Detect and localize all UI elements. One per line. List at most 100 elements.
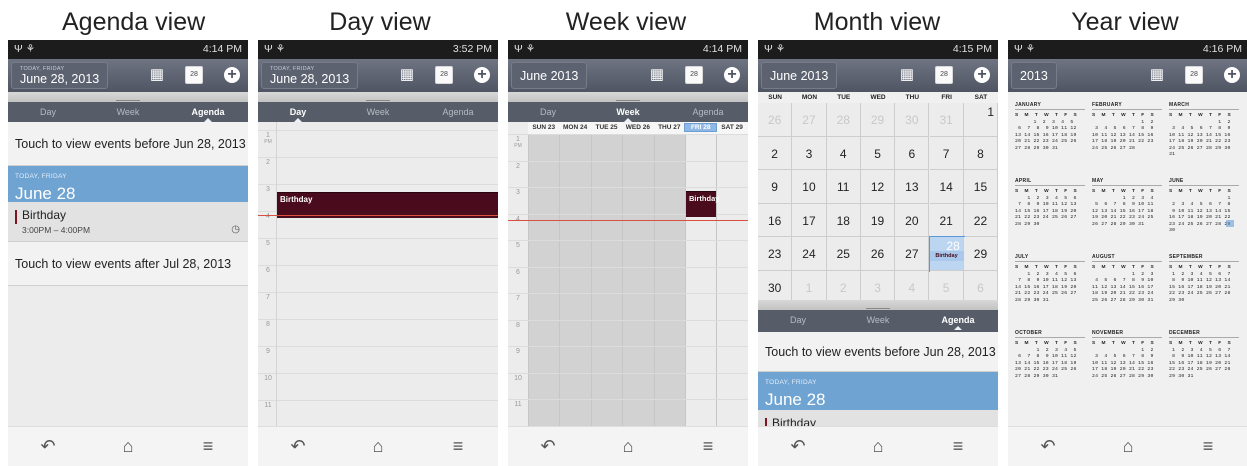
add-event-icon[interactable]: +: [224, 67, 240, 83]
month-day-cell[interactable]: 25: [826, 237, 861, 271]
view-later-events[interactable]: Touch to view events after Jul 28, 2013: [8, 242, 248, 286]
view-grid-icon[interactable]: ▦: [398, 66, 416, 84]
add-event-icon[interactable]: +: [724, 67, 740, 83]
month-day-cell[interactable]: 18: [826, 203, 861, 237]
tab-day[interactable]: Day: [258, 107, 338, 122]
tab-week[interactable]: Week: [338, 107, 418, 117]
event-item-birthday[interactable]: Birthday 3:00PM – 4:00PM ◷: [8, 202, 248, 242]
year-month-block[interactable]: APRIL S M T W T F S 1 2 3 4 5 6 7 8 9 10 …: [1015, 178, 1085, 262]
today-calendar-icon[interactable]: 28: [435, 66, 453, 84]
year-month-block[interactable]: AUGUST S M T W T F S 1 2 3 4 5 6 7 8 9 10…: [1092, 254, 1162, 338]
week-day-header[interactable]: THU 27: [654, 124, 685, 131]
event-block-birthday[interactable]: Birthday: [686, 191, 719, 217]
month-day-cell[interactable]: 5: [860, 136, 896, 170]
month-day-cell[interactable]: 22: [963, 203, 998, 237]
tab-agenda[interactable]: Agenda: [168, 107, 248, 122]
home-icon[interactable]: ⌂: [88, 436, 168, 457]
menu-icon[interactable]: ≡: [1168, 436, 1247, 457]
month-day-cell[interactable]: 15: [963, 170, 998, 204]
month-day-cell[interactable]: 3: [792, 136, 827, 170]
menu-icon[interactable]: ≡: [918, 436, 998, 457]
month-day-cell[interactable]: 21: [929, 203, 964, 237]
home-icon[interactable]: ⌂: [588, 436, 668, 457]
today-calendar-icon[interactable]: 28: [685, 66, 703, 84]
week-day-header[interactable]: TUE 25: [591, 124, 622, 131]
month-day-cell[interactable]: 23: [758, 237, 793, 271]
month-day-cell[interactable]: 19: [860, 203, 896, 237]
tab-agenda[interactable]: Agenda: [918, 315, 998, 330]
year-month-block[interactable]: OCTOBER S M T W T F S 1 2 3 4 5 6 7 8 9 1…: [1015, 330, 1085, 414]
month-day-cell[interactable]: 30: [895, 103, 930, 137]
month-day-cell[interactable]: 27: [792, 103, 827, 137]
week-day-header[interactable]: MON 24: [559, 124, 590, 131]
tab-week[interactable]: Week: [838, 315, 918, 325]
year-month-block[interactable]: MAY S M T W T F S 1 2 3 4 5 6 7 8 9 10 11…: [1092, 178, 1162, 262]
home-icon[interactable]: ⌂: [338, 436, 418, 457]
view-earlier-events[interactable]: Touch to view events before Jun 28, 2013: [8, 122, 248, 166]
month-day-cell[interactable]: 2: [758, 136, 793, 170]
today-calendar-icon[interactable]: 28: [1185, 66, 1203, 84]
view-grid-icon[interactable]: ▦: [148, 66, 166, 84]
month-day-cell[interactable]: 6: [963, 270, 998, 304]
week-day-header[interactable]: SAT 29: [716, 124, 747, 131]
month-day-cell[interactable]: 30: [758, 270, 793, 304]
home-icon[interactable]: ⌂: [1088, 436, 1168, 457]
month-day-cell[interactable]: 28: [826, 103, 861, 137]
back-icon[interactable]: ↶: [1008, 436, 1088, 457]
week-day-header[interactable]: WED 26: [622, 124, 653, 131]
month-day-cell[interactable]: 29: [963, 237, 998, 271]
week-day-header[interactable]: FRI 28: [683, 123, 718, 132]
month-day-cell[interactable]: 27: [895, 237, 930, 271]
year-month-block[interactable]: SEPTEMBER S M T W T F S 1 2 3 4 5 6 7 8 9…: [1169, 254, 1239, 338]
year-month-block[interactable]: DECEMBER S M T W T F S 1 2 3 4 5 6 7 8 9 …: [1169, 330, 1239, 414]
month-day-cell[interactable]: 7: [929, 136, 964, 170]
drag-handle[interactable]: [8, 92, 248, 105]
date-selector[interactable]: June 2013: [511, 62, 588, 89]
day-time-grid[interactable]: 1 PM 2 3 4 5 6 7 8 9 10 11 Birthday: [258, 122, 498, 426]
month-day-cell[interactable]: 4: [826, 136, 861, 170]
drag-handle[interactable]: [758, 300, 998, 313]
month-day-cell[interactable]: 16: [758, 203, 793, 237]
date-selector[interactable]: TODAY, FRIDAY June 28, 2013: [11, 62, 109, 89]
month-day-cell[interactable]: 26: [758, 103, 793, 137]
tab-day[interactable]: Day: [8, 107, 88, 117]
add-event-icon[interactable]: +: [474, 67, 490, 83]
month-day-cell[interactable]: 2: [826, 270, 861, 304]
view-grid-icon[interactable]: ▦: [1148, 66, 1166, 84]
month-day-cell[interactable]: 1: [792, 270, 827, 304]
month-day-cell[interactable]: 5: [929, 270, 964, 304]
back-icon[interactable]: ↶: [258, 436, 338, 457]
view-earlier-events[interactable]: Touch to view events before Jun 28, 2013: [758, 332, 998, 372]
month-day-cell[interactable]: 13: [895, 170, 930, 204]
month-day-cell[interactable]: 12: [860, 170, 896, 204]
month-day-cell[interactable]: 14: [929, 170, 964, 204]
month-day-cell[interactable]: 8: [963, 136, 998, 170]
tab-agenda[interactable]: Agenda: [668, 107, 748, 117]
month-day-cell[interactable]: 26: [860, 237, 896, 271]
today-calendar-icon[interactable]: 28: [935, 66, 953, 84]
menu-icon[interactable]: ≡: [668, 436, 748, 457]
month-day-cell[interactable]: 24: [792, 237, 827, 271]
year-month-block[interactable]: JANUARY S M T W T F S 1 2 3 4 5 6 7 8 9 1…: [1015, 102, 1085, 186]
month-day-cell[interactable]: 6: [895, 136, 930, 170]
back-icon[interactable]: ↶: [758, 436, 838, 457]
month-day-cell[interactable]: 3: [860, 270, 896, 304]
drag-handle[interactable]: [258, 92, 498, 105]
menu-icon[interactable]: ≡: [418, 436, 498, 457]
menu-icon[interactable]: ≡: [168, 436, 248, 457]
date-selector[interactable]: 2013: [1011, 62, 1057, 89]
tab-week[interactable]: Week: [588, 107, 668, 122]
year-month-block[interactable]: FEBRUARY S M T W T F S 1 2 3 4 5 6 7 8 91…: [1092, 102, 1162, 186]
drag-handle[interactable]: [508, 92, 748, 105]
month-day-cell[interactable]: 10: [792, 170, 827, 204]
home-icon[interactable]: ⌂: [838, 436, 918, 457]
year-month-block[interactable]: JULY S M T W T F S 1 2 3 4 5 6 7 8 9 10 1…: [1015, 254, 1085, 338]
event-chip-birthday[interactable]: Birthday: [929, 251, 964, 261]
month-day-cell[interactable]: 20: [895, 203, 930, 237]
back-icon[interactable]: ↶: [8, 436, 88, 457]
date-selector[interactable]: TODAY, FRIDAY June 28, 2013: [261, 62, 359, 89]
week-day-header[interactable]: SUN 23: [528, 124, 559, 131]
view-grid-icon[interactable]: ▦: [898, 66, 916, 84]
year-month-block[interactable]: NOVEMBER S M T W T F S 1 2 3 4 5 6 7 8 91…: [1092, 330, 1162, 414]
view-grid-icon[interactable]: ▦: [648, 66, 666, 84]
